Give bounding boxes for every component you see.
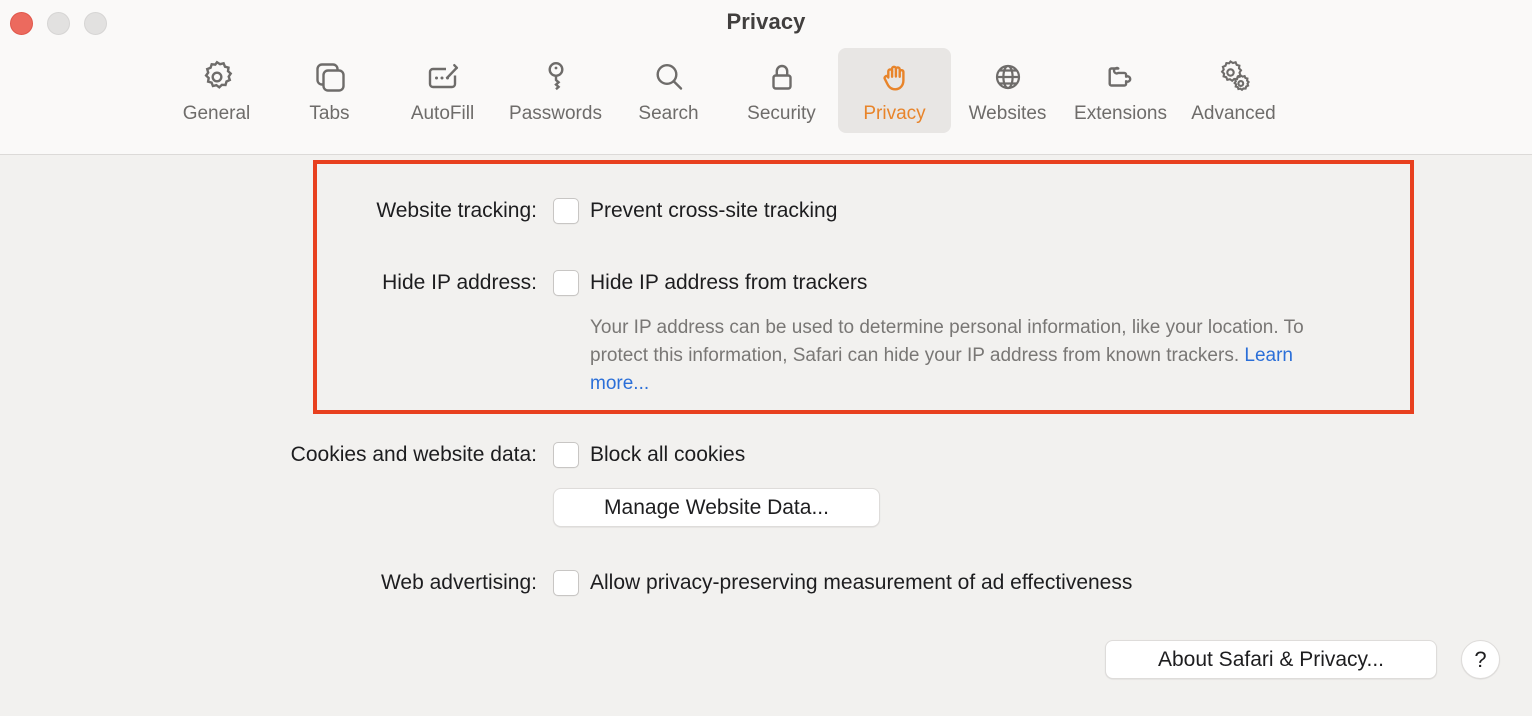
tab-passwords[interactable]: Passwords — [499, 48, 612, 133]
gears-icon — [1213, 54, 1255, 100]
hide-ip-description-text: Your IP address can be used to determine… — [590, 317, 1304, 366]
about-safari-privacy-button[interactable]: About Safari & Privacy... — [1105, 640, 1437, 679]
allow-privacy-preserving-measurement-checkbox[interactable] — [553, 570, 579, 596]
prevent-cross-site-tracking-checkbox[interactable] — [553, 198, 579, 224]
search-icon — [648, 54, 690, 100]
tab-advanced[interactable]: Advanced — [1177, 48, 1290, 133]
tab-websites[interactable]: Websites — [951, 48, 1064, 133]
setting-row-website-tracking: Website tracking: Prevent cross-site tra… — [0, 198, 837, 224]
tab-extensions[interactable]: Extensions — [1064, 48, 1177, 133]
block-all-cookies-checkbox[interactable] — [553, 442, 579, 468]
setting-row-hide-ip-address: Hide IP address: Hide IP address from tr… — [0, 270, 867, 296]
key-icon — [535, 54, 577, 100]
allow-privacy-preserving-measurement-label[interactable]: Allow privacy-preserving measurement of … — [590, 570, 1132, 596]
tab-tabs[interactable]: Tabs — [273, 48, 386, 133]
gear-icon — [196, 54, 238, 100]
preferences-toolbar: General Tabs AutoFill Passwords Search S… — [0, 48, 1532, 155]
title-bar: Privacy — [0, 0, 1532, 48]
tabs-icon — [309, 54, 351, 100]
tab-search-label: Search — [638, 103, 699, 124]
help-button[interactable]: ? — [1461, 640, 1500, 679]
privacy-settings-panel: Website tracking: Prevent cross-site tra… — [0, 156, 1532, 716]
tab-security[interactable]: Security — [725, 48, 838, 133]
tab-privacy[interactable]: Privacy — [838, 48, 951, 133]
puzzle-icon — [1100, 54, 1142, 100]
hide-ip-address-description: Your IP address can be used to determine… — [590, 314, 1310, 398]
tab-security-label: Security — [747, 103, 816, 124]
tab-tabs-label: Tabs — [309, 103, 350, 124]
web-advertising-label: Web advertising: — [380, 571, 537, 594]
setting-row-cookies: Cookies and website data: Block all cook… — [0, 442, 745, 468]
tab-websites-label: Websites — [968, 103, 1047, 124]
tab-general-label: General — [182, 103, 251, 124]
tab-passwords-label: Passwords — [509, 103, 602, 124]
tab-general[interactable]: General — [160, 48, 273, 133]
setting-row-web-advertising: Web advertising: Allow privacy-preservin… — [0, 570, 1132, 596]
window-title: Privacy — [726, 9, 806, 34]
hide-ip-address-label: Hide IP address: — [382, 271, 537, 294]
tab-privacy-label: Privacy — [863, 103, 926, 124]
globe-icon — [987, 54, 1029, 100]
cookies-label: Cookies and website data: — [290, 443, 537, 466]
lock-icon — [761, 54, 803, 100]
tab-search[interactable]: Search — [612, 48, 725, 133]
tab-extensions-label: Extensions — [1074, 103, 1167, 124]
hide-ip-address-checkbox[interactable] — [553, 270, 579, 296]
block-all-cookies-label[interactable]: Block all cookies — [590, 442, 745, 468]
prevent-cross-site-tracking-label[interactable]: Prevent cross-site tracking — [590, 198, 837, 224]
tab-autofill[interactable]: AutoFill — [386, 48, 499, 133]
tab-autofill-label: AutoFill — [410, 103, 475, 124]
website-tracking-label: Website tracking: — [376, 199, 537, 222]
manage-website-data-button[interactable]: Manage Website Data... — [553, 488, 880, 527]
tab-advanced-label: Advanced — [1191, 103, 1276, 124]
autofill-icon — [422, 54, 464, 100]
hand-icon — [874, 54, 916, 100]
hide-ip-from-trackers-label[interactable]: Hide IP address from trackers — [590, 270, 867, 296]
